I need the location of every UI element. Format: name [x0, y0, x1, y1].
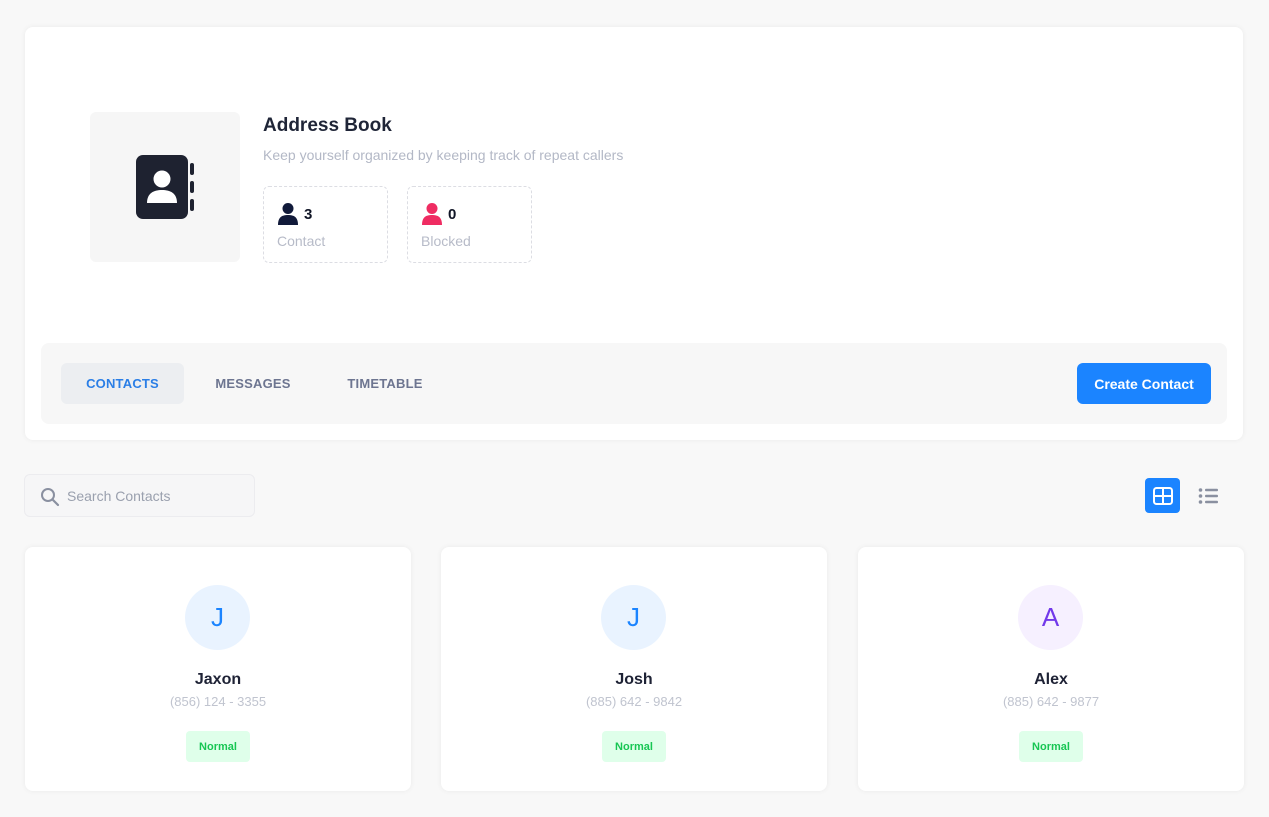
- grid-view-icon: [1152, 486, 1173, 505]
- contact-card[interactable]: J Jaxon (856) 124 - 3355 Normal: [25, 547, 411, 791]
- search-input[interactable]: [67, 475, 247, 516]
- address-book-icon-tile: [90, 112, 240, 262]
- create-contact-button[interactable]: Create Contact: [1077, 363, 1211, 404]
- address-book-header-card: Address Book Keep yourself organized by …: [25, 27, 1243, 440]
- contact-phone: (885) 642 - 9877: [1002, 694, 1100, 709]
- contact-phone: (885) 642 - 9842: [585, 694, 683, 709]
- avatar: J: [601, 585, 666, 650]
- tab-messages[interactable]: MESSAGES: [199, 363, 307, 404]
- grid-view-button[interactable]: [1145, 478, 1180, 513]
- contact-name: Alex: [1034, 671, 1068, 688]
- contact-count-stat: 3 Contact: [263, 186, 388, 263]
- tab-contacts[interactable]: CONTACTS: [61, 363, 184, 404]
- contact-card[interactable]: J Josh (885) 642 - 9842 Normal: [441, 547, 827, 791]
- status-badge: Normal: [1019, 731, 1083, 762]
- contact-count-value: 3: [304, 206, 313, 223]
- blocked-count-label: Blocked: [421, 233, 471, 249]
- contact-card[interactable]: A Alex (885) 642 - 9877 Normal: [858, 547, 1244, 791]
- status-badge: Normal: [602, 731, 666, 762]
- search-box: [24, 474, 255, 517]
- search-icon: [41, 488, 60, 507]
- avatar: A: [1018, 585, 1083, 650]
- page-subtitle: Keep yourself organized by keeping track…: [263, 147, 624, 163]
- avatar: J: [185, 585, 250, 650]
- list-view-button[interactable]: [1192, 478, 1224, 513]
- address-book-icon: [136, 155, 194, 219]
- contact-name: Josh: [615, 671, 653, 688]
- user-blocked-icon: [422, 203, 442, 225]
- blocked-count-value: 0: [448, 206, 457, 223]
- user-icon: [278, 203, 298, 225]
- status-badge: Normal: [186, 731, 250, 762]
- tab-bar: CONTACTS MESSAGES TIMETABLE Create Conta…: [41, 343, 1227, 424]
- contact-phone: (856) 124 - 3355: [169, 694, 267, 709]
- tab-timetable[interactable]: TIMETABLE: [329, 363, 441, 404]
- contact-count-label: Contact: [277, 233, 326, 249]
- contact-name: Jaxon: [194, 671, 242, 688]
- blocked-count-stat: 0 Blocked: [407, 186, 532, 263]
- list-view-icon: [1198, 487, 1218, 504]
- page-title: Address Book: [263, 115, 392, 136]
